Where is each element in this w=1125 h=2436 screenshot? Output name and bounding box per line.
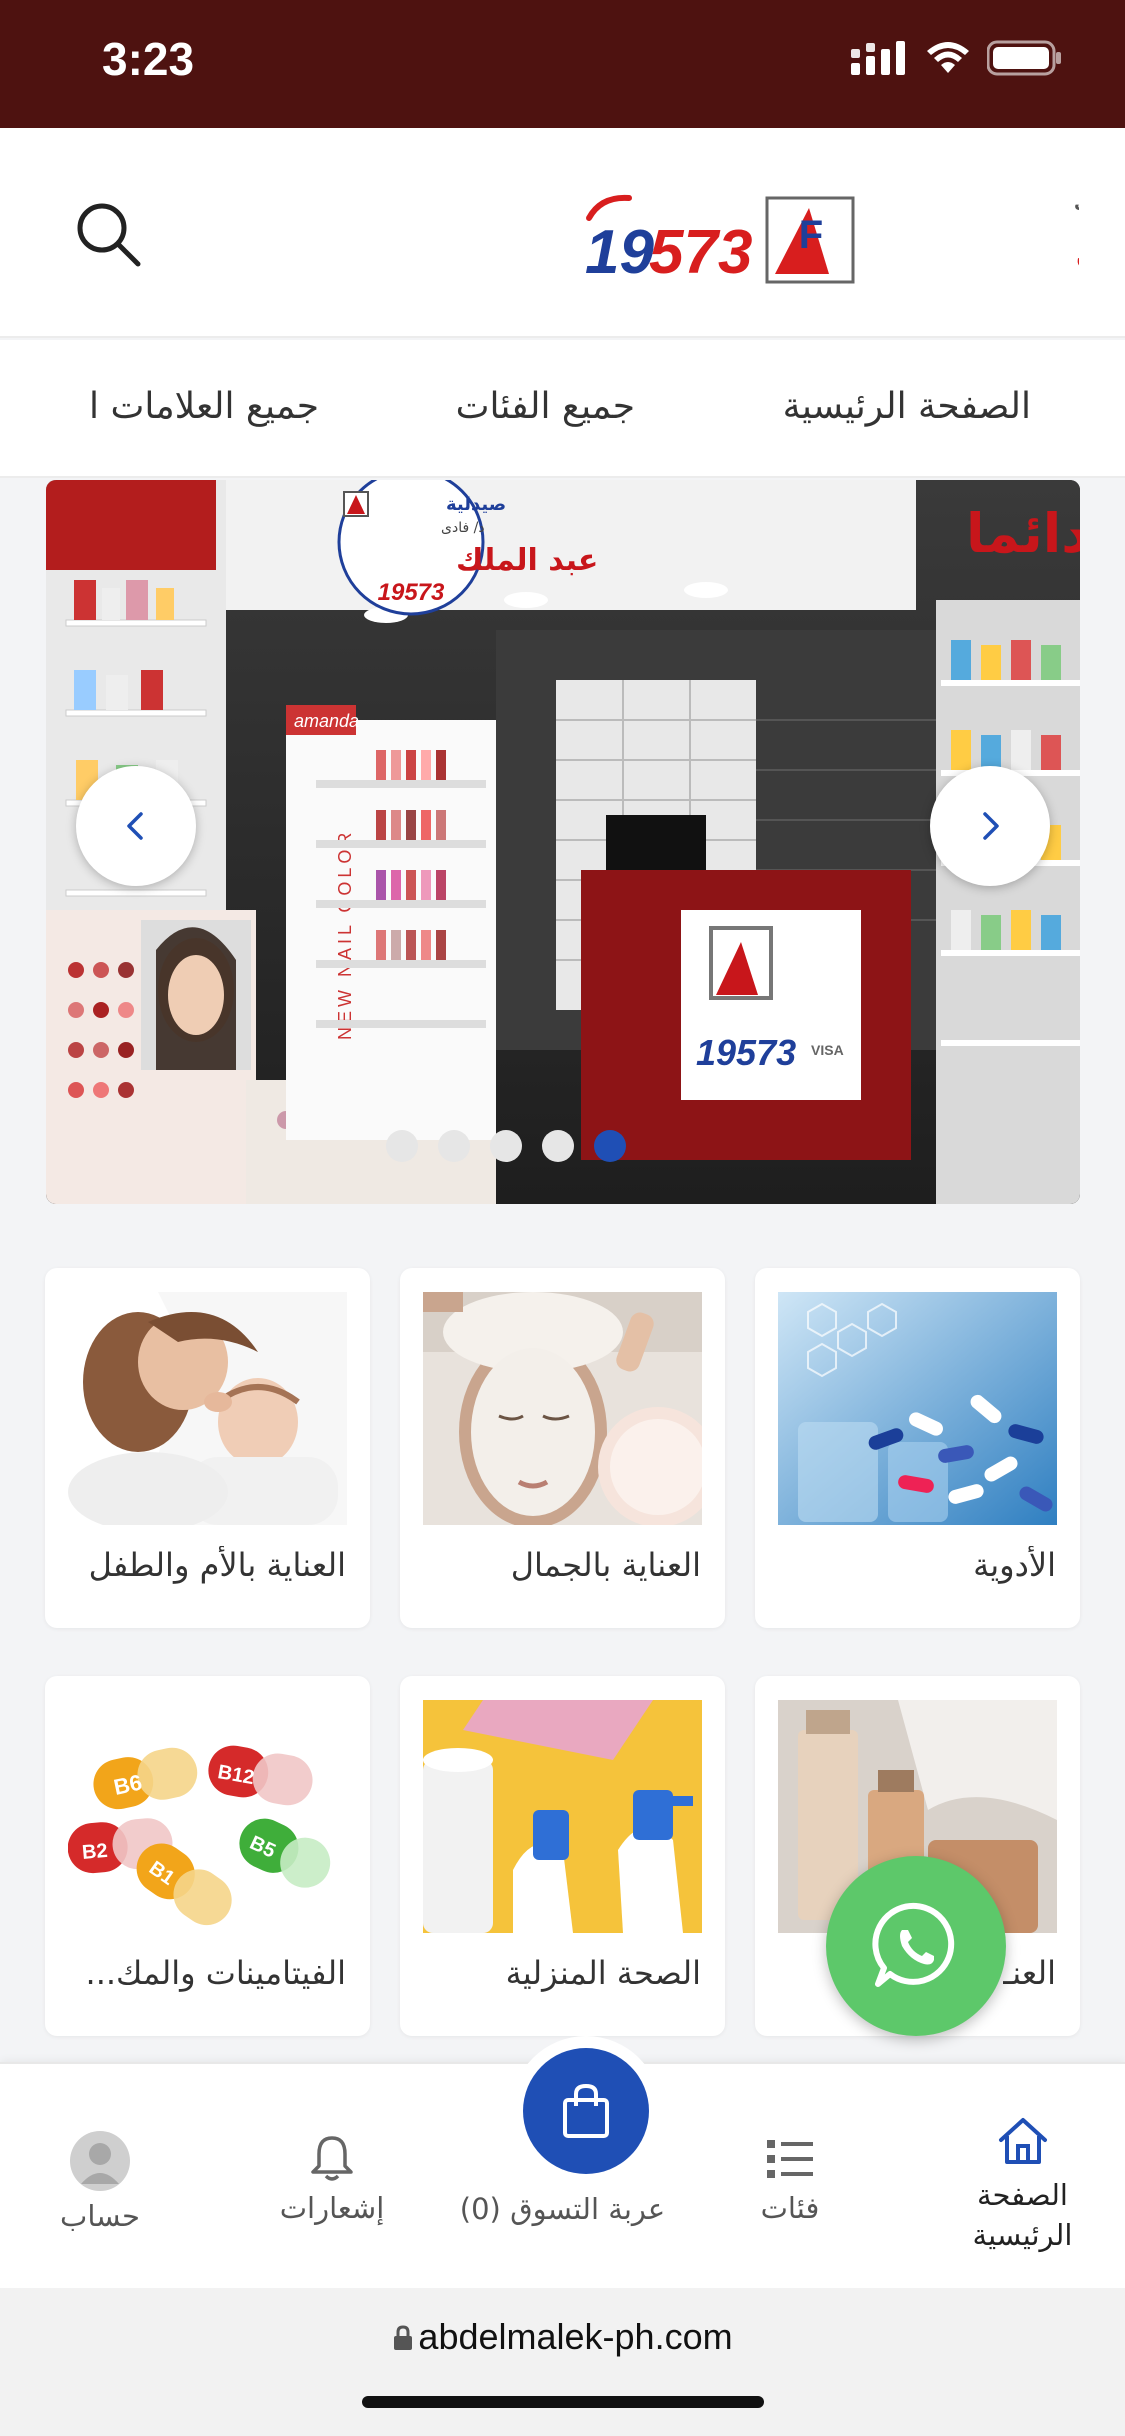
category-label: العنـ bbox=[1002, 1954, 1056, 1992]
nav-all-brands[interactable]: جميع العلامات ا bbox=[89, 386, 319, 427]
mother-baby-image bbox=[68, 1292, 347, 1525]
whatsapp-button[interactable] bbox=[826, 1856, 1006, 2036]
svg-text:عبد الملك: عبد الملك bbox=[1074, 221, 1079, 281]
vitamin-label: B2 bbox=[81, 1840, 108, 1864]
cleaning-supplies-image bbox=[423, 1700, 702, 1933]
bottom-nav-notifications[interactable]: إشعارات bbox=[262, 2132, 402, 2225]
carousel-dot[interactable] bbox=[490, 1130, 522, 1162]
category-label: الصحة المنزلية bbox=[505, 1954, 701, 1992]
medicine-pills-image bbox=[778, 1292, 1057, 1525]
category-label: الأدوية bbox=[973, 1546, 1056, 1584]
bottom-nav-cart-label: عربة التسوق (0) bbox=[459, 2192, 666, 2226]
carousel-prev-button[interactable] bbox=[76, 766, 196, 886]
shopping-bag-icon bbox=[563, 2083, 609, 2138]
counter-number: 19573 bbox=[696, 1032, 796, 1073]
bottom-nav-notifications-label: إشعارات bbox=[279, 2191, 385, 2225]
bottom-nav-categories[interactable]: فئات bbox=[730, 2134, 850, 2225]
bottom-nav-account[interactable]: حساب bbox=[40, 2130, 160, 2233]
shelf-brand-text: amanda bbox=[294, 711, 359, 731]
carousel-dot[interactable] bbox=[386, 1130, 418, 1162]
svg-text:573: 573 bbox=[649, 218, 752, 287]
badge-number: 19573 bbox=[378, 579, 445, 606]
home-indicator[interactable] bbox=[362, 2396, 764, 2408]
category-label: العناية بالأم والطفل bbox=[88, 1546, 346, 1584]
url-display[interactable]: abdelmalek-ph.com bbox=[0, 2316, 1125, 2358]
cart-button-inner bbox=[523, 2048, 649, 2174]
category-card-vitamins[interactable]: B6 B12 B2 B5 B1 الفيتامينات والمك... bbox=[45, 1676, 370, 2036]
status-icons bbox=[851, 40, 1063, 76]
carousel-next-button[interactable] bbox=[930, 766, 1050, 886]
banner-text: نسعد بخدمتكم دائما bbox=[966, 502, 1080, 565]
chevron-left-icon bbox=[127, 812, 143, 840]
vitamin-capsules-image: B6 B12 B2 B5 B1 bbox=[68, 1700, 347, 1933]
chevron-right-icon bbox=[983, 812, 999, 840]
wifi-icon bbox=[927, 42, 969, 73]
cart-button[interactable] bbox=[511, 2036, 661, 2186]
face-mask-image bbox=[423, 1292, 702, 1525]
carousel-indicators bbox=[386, 1130, 626, 1162]
carousel-dot[interactable] bbox=[542, 1130, 574, 1162]
bottom-nav-cart[interactable]: عربة التسوق (0) bbox=[440, 2192, 685, 2226]
pharmacy-logo[interactable]: صيدلية د/فادى عبد الملك F 19 573 bbox=[579, 178, 1079, 288]
svg-text:صيدلية د/فادى: صيدلية د/فادى bbox=[1074, 189, 1079, 214]
search-icon bbox=[77, 203, 141, 267]
category-label: العناية بالجمال bbox=[510, 1546, 701, 1584]
bottom-nav-home[interactable]: الصفحة الرئيسية bbox=[950, 2114, 1095, 2255]
status-time: 3:23 bbox=[102, 33, 195, 85]
bottom-nav-home-label: الصفحة الرئيسية bbox=[972, 2178, 1073, 2252]
svg-text:19: 19 bbox=[585, 218, 654, 287]
search-button[interactable] bbox=[72, 198, 144, 270]
browser-url-bar[interactable]: abdelmalek-ph.com bbox=[0, 2288, 1125, 2436]
avatar-icon bbox=[70, 2131, 130, 2191]
category-card-medicines[interactable]: الأدوية bbox=[755, 1268, 1080, 1628]
nav-home[interactable]: الصفحة الرئيسية bbox=[783, 386, 1031, 427]
bottom-nav-account-label: حساب bbox=[60, 2199, 140, 2233]
whatsapp-icon bbox=[872, 1902, 955, 1987]
badge-small-text: صيدلية bbox=[446, 494, 506, 515]
url-domain: abdelmalek-ph.com bbox=[418, 2316, 733, 2357]
bell-icon bbox=[311, 2136, 353, 2181]
svg-text:F: F bbox=[799, 213, 823, 257]
carousel-dot-active[interactable] bbox=[594, 1130, 626, 1162]
pharmacy-interior-image: نسعد بخدمتكم دائما bbox=[46, 480, 1080, 1204]
header: صيدلية د/فادى عبد الملك F 19 573 bbox=[0, 128, 1125, 338]
status-bar: 3:23 bbox=[0, 0, 1125, 128]
bottom-nav-categories-label: فئات bbox=[760, 2191, 820, 2225]
cellular-signal-icon bbox=[851, 41, 905, 75]
home-icon bbox=[998, 2118, 1047, 2164]
top-nav: الصفحة الرئيسية جميع الفئات جميع العلاما… bbox=[0, 340, 1125, 478]
category-card-mother-baby[interactable]: العناية بالأم والطفل bbox=[45, 1268, 370, 1628]
shelf-side-text: NEW NAIL COLOR bbox=[335, 829, 355, 1040]
list-icon bbox=[767, 2140, 813, 2178]
nav-all-categories[interactable]: جميع الفئات bbox=[456, 386, 635, 427]
badge-main-text: عبد الملك bbox=[456, 543, 598, 578]
category-label: الفيتامينات والمك... bbox=[85, 1954, 346, 1992]
hero-carousel[interactable]: نسعد بخدمتكم دائما bbox=[46, 480, 1080, 1204]
battery-icon bbox=[987, 40, 1061, 76]
carousel-dot[interactable] bbox=[438, 1130, 470, 1162]
category-card-beauty[interactable]: العناية بالجمال bbox=[400, 1268, 725, 1628]
lock-icon bbox=[394, 2325, 413, 2350]
category-card-home-health[interactable]: الصحة المنزلية bbox=[400, 1676, 725, 2036]
app-screen: 3:23 F 19 573 الصفحة الرئيسية جميع الفئا… bbox=[0, 0, 1125, 2436]
visa-text: VISA bbox=[811, 1042, 844, 1058]
badge-sub-text: د/ فادى bbox=[441, 520, 485, 536]
